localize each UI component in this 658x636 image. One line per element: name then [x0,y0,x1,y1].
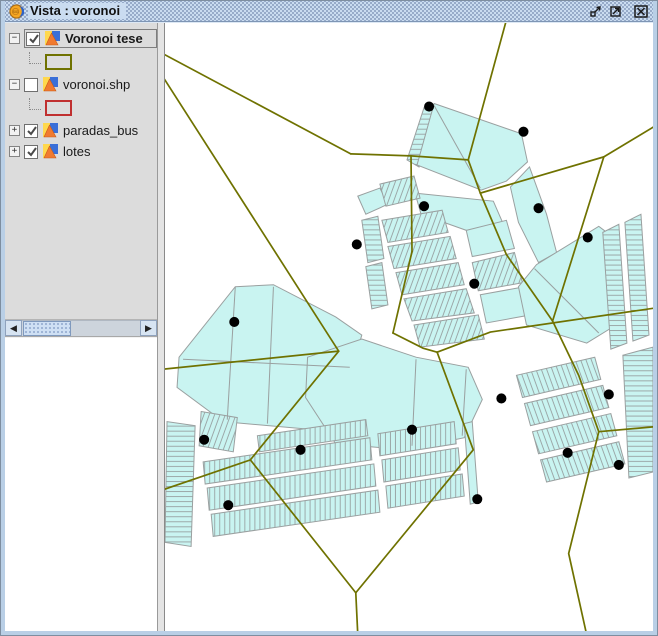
layer-label[interactable]: lotes [63,144,90,159]
expand-toggle[interactable]: + [9,125,20,136]
tree-connector [29,97,41,110]
gvsig-logo-icon: SIG [9,3,24,19]
layer-visibility-checkbox[interactable] [24,77,38,92]
bus-stop-point [223,500,234,511]
tree-connector [29,51,41,64]
legend-row [5,95,157,120]
layer-visibility-checkbox[interactable] [26,31,40,46]
svg-text:SIG: SIG [13,10,19,14]
bus-stop-point [424,101,435,112]
layer-row-lotes[interactable]: + lotes [5,141,157,162]
toc-empty-panel [5,337,157,631]
panel-splitter[interactable] [158,23,165,631]
layer-tree[interactable]: − Voronoi tese − voronoi.shp + paradas_bus + lo… [5,23,157,320]
expand-toggle[interactable]: + [9,146,20,157]
view-window: SIG Vista : voronoi − Voronoi tese − vor… [0,0,658,636]
legend-row [5,49,157,74]
scroll-right-button[interactable]: ▶ [140,320,157,336]
layer-label[interactable]: Voronoi tese [65,31,143,46]
map-canvas[interactable] [165,23,653,631]
layer-icon [43,123,58,138]
voronoi-edge [410,155,413,253]
bus-stop-point [533,203,544,214]
legend-swatch[interactable] [45,53,72,70]
minimize-button[interactable] [587,4,604,19]
layer-panel: − Voronoi tese − voronoi.shp + paradas_bus + lo… [5,23,158,631]
layer-visibility-checkbox[interactable] [24,144,38,159]
layer-icon [43,144,58,159]
city-block [198,410,238,453]
layer-icon [43,77,58,92]
check-mark [27,146,37,157]
layer-row-voronoi-tese[interactable]: − Voronoi tese [5,28,157,49]
check-mark [29,33,39,44]
bus-stop-point [419,201,430,212]
bus-stop-point [582,232,593,243]
toc-horizontal-scrollbar[interactable]: ◀ ▶ [5,320,157,337]
layer-row-paradas-bus[interactable]: + paradas_bus [5,120,157,141]
scroll-left-button[interactable]: ◀ [5,320,22,336]
bus-stop-point [406,424,418,435]
bus-stop-point [469,278,480,289]
layer-label[interactable]: paradas_bus [63,123,138,138]
maximize-icon [610,5,621,17]
map-view[interactable] [165,23,653,631]
collapse-toggle[interactable]: − [9,33,20,44]
bus-stop-point [472,494,483,505]
bus-stop-point [518,126,529,137]
close-icon [633,4,648,18]
bus-stop-point [496,393,507,404]
bus-stop-point [199,434,210,445]
bus-stop-point [351,239,362,250]
window-title: Vista : voronoi [28,3,127,19]
check-mark [27,125,37,136]
collapse-toggle[interactable]: − [9,79,20,90]
bus-stop-point [295,444,306,455]
legend-swatch[interactable] [45,99,72,116]
bus-stop-point [562,447,573,458]
close-button[interactable] [632,4,649,19]
layer-row-voronoi-shp[interactable]: − voronoi.shp [5,74,157,95]
layer-icon [45,31,60,46]
scrollbar-thumb[interactable] [23,321,71,336]
scrollbar-track[interactable] [22,320,140,336]
layer-visibility-checkbox[interactable] [24,123,38,138]
title-bar[interactable]: SIG Vista : voronoi [5,1,653,22]
minimize-icon [590,5,601,17]
bus-stop-point [613,459,624,470]
window-content: − Voronoi tese − voronoi.shp + paradas_bus + lo… [5,22,653,631]
bus-stop-point [229,316,240,327]
maximize-button[interactable] [607,4,624,19]
layer-label[interactable]: voronoi.shp [63,77,130,92]
bus-stop-point [603,389,614,400]
